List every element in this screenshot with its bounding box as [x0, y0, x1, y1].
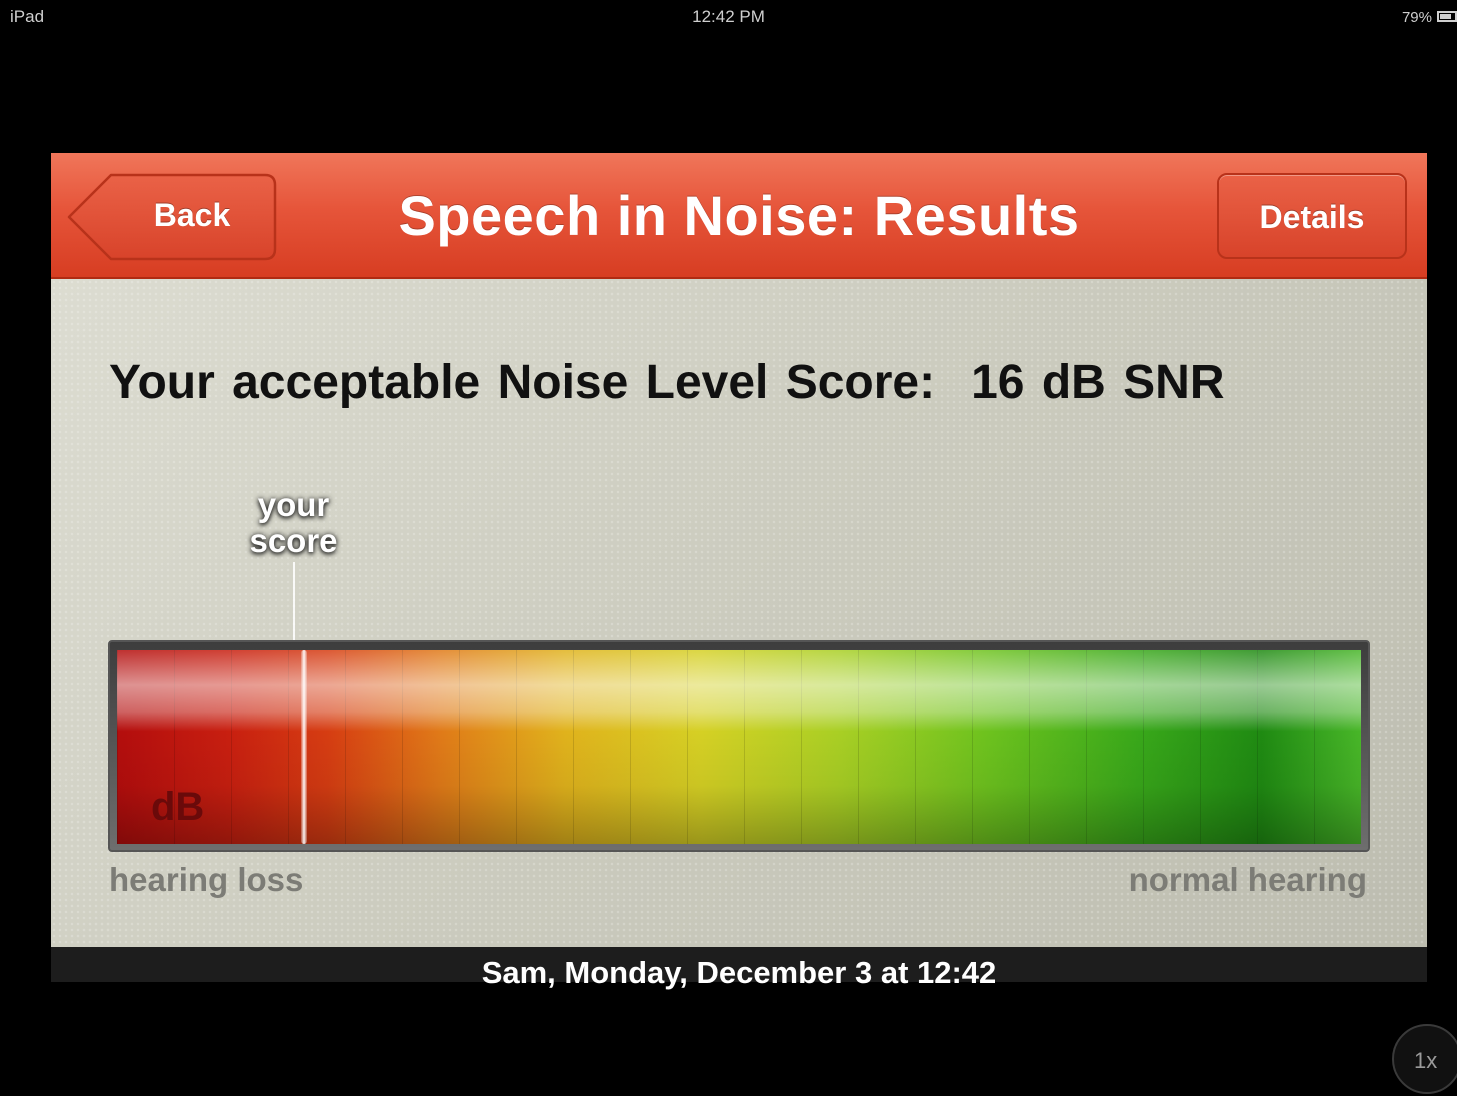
status-bar: iPad 12:42 PM 79% — [0, 0, 1457, 34]
score-line: Your acceptable Noise Level Score: 16 dB … — [109, 355, 1224, 410]
status-time: 12:42 PM — [692, 7, 765, 26]
meter-unit: dB — [151, 785, 205, 829]
details-button[interactable]: Details — [1217, 173, 1407, 259]
battery-icon — [1437, 11, 1457, 22]
app-window: Back Speech in Noise: Results Details Yo… — [51, 153, 1427, 990]
scale-label-normal-hearing: normal hearing — [1128, 861, 1367, 898]
battery-level — [1440, 14, 1452, 19]
your-score-pointer — [293, 562, 295, 642]
screen: iPad 12:42 PM 79% Back Speech in Noise: … — [0, 0, 1457, 1096]
footer-bar: Sam, Monday, December 3 at 12:42 — [51, 947, 1427, 990]
details-button-label: Details — [1259, 199, 1365, 235]
score-marker — [300, 650, 307, 844]
meter-gradient: dB — [117, 650, 1361, 844]
hearing-meter: dB — [108, 640, 1370, 852]
battery-percent: 79% — [1401, 9, 1432, 26]
zoom-toggle-button[interactable]: 1x — [1392, 1024, 1457, 1094]
results-panel: Your acceptable Noise Level Score: 16 dB … — [51, 279, 1427, 947]
scale-label-hearing-loss: hearing loss — [109, 861, 304, 898]
test-date: Sam, Monday, December 3 at 12:42 — [481, 955, 997, 990]
navigation-bar: Back Speech in Noise: Results Details — [51, 153, 1427, 279]
zoom-label: 1x — [1414, 1048, 1438, 1073]
your-score-label: your score — [249, 486, 338, 559]
score-label: Your acceptable Noise Level Score: — [109, 356, 936, 409]
score-value: 16 dB SNR — [971, 356, 1225, 409]
